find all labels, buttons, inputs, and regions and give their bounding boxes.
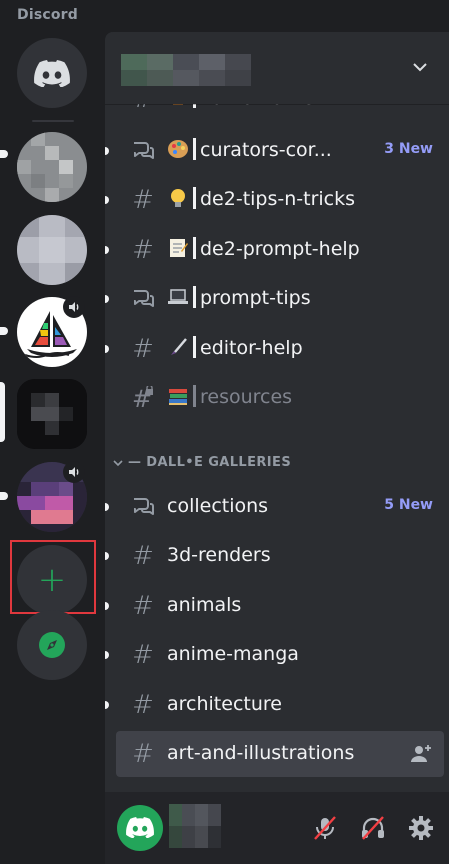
unread-indicator (105, 503, 109, 511)
forum-icon (134, 142, 154, 159)
unread-indicator (105, 651, 109, 659)
explore-servers-button[interactable] (17, 610, 87, 680)
channel-collections[interactable]: collections 5 New (105, 484, 449, 530)
server-name-blurred (121, 54, 251, 86)
unread-indicator (0, 327, 8, 335)
unread-indicator (0, 150, 8, 158)
server-rail: + (0, 0, 105, 864)
blurred-avatar-icon (17, 215, 87, 285)
blurred-avatar-icon (17, 132, 87, 202)
server-header[interactable] (105, 32, 449, 104)
channel-curators-corner[interactable]: curators-cor... 3 New (105, 128, 449, 174)
channel-label: editor-help (200, 337, 303, 359)
channel-label: 3d-renders (167, 544, 271, 566)
hash-icon: # (132, 640, 154, 670)
channel-label: animals (167, 594, 242, 616)
voice-active-icon (63, 461, 85, 483)
blurred-avatar-icon (17, 379, 87, 449)
channel-de2-tips-n-tricks[interactable]: # de2-tips-n-tricks (105, 177, 449, 223)
channel-animals[interactable]: # animals (105, 583, 449, 629)
discord-logo-icon (34, 60, 70, 87)
unread-indicator (105, 602, 109, 610)
annotation-highlight-box (10, 540, 96, 614)
hash-icon: # (132, 739, 154, 769)
rail-separator (32, 120, 74, 122)
channel-art-and-illustrations[interactable]: # art-and-illustrations (116, 731, 444, 777)
unread-indicator (105, 552, 109, 560)
channel-label: collections (167, 495, 269, 517)
unread-indicator (105, 246, 109, 254)
server-icon-2[interactable] (17, 215, 87, 285)
channel-prompt-tips[interactable]: prompt-tips (105, 276, 449, 322)
laptop-icon (167, 286, 189, 308)
new-posts-badge: 3 New (384, 141, 433, 157)
channel-label: anime-manga (167, 643, 299, 665)
server-icon-4[interactable] (17, 379, 87, 449)
hash-icon: # (132, 334, 154, 364)
selected-indicator (0, 382, 5, 442)
channel-resources[interactable]: # resources (105, 375, 449, 421)
locked-hash-icon: # (132, 386, 153, 410)
unread-indicator (105, 295, 109, 303)
unread-indicator (0, 492, 8, 500)
channel-label: curators-cor... (200, 139, 332, 161)
channel-label: de2-prompt-help (200, 238, 360, 260)
category-label: DALL•E GALLERIES (146, 455, 292, 470)
chevron-down-icon (113, 459, 123, 466)
hash-icon: # (132, 690, 154, 720)
voice-active-icon (63, 296, 85, 318)
discord-logo-icon (126, 817, 154, 838)
unread-indicator (105, 345, 109, 353)
new-posts-badge: 5 New (384, 497, 433, 513)
forum-icon (134, 498, 154, 515)
paintbrush-icon (167, 336, 189, 358)
channel-label: prompt-tips (200, 287, 311, 309)
unread-indicator (105, 701, 109, 709)
user-avatar[interactable] (117, 805, 163, 851)
channel-list-panel: # hall-of-fame curators-cor... 3 New # d… (105, 32, 449, 864)
unread-indicator (105, 196, 109, 204)
chevron-down-icon (413, 63, 427, 72)
hash-icon: # (132, 591, 154, 621)
channel-3d-renders[interactable]: # 3d-renders (105, 533, 449, 579)
hash-icon: # (132, 541, 154, 571)
channel-architecture[interactable]: # architecture (105, 682, 449, 728)
channel-de2-prompt-help[interactable]: # de2-prompt-help (105, 227, 449, 273)
deafen-headphones-icon[interactable] (359, 814, 387, 842)
forum-icon (134, 290, 154, 307)
lightbulb-icon (167, 187, 189, 209)
hash-icon: # (132, 235, 154, 265)
category-header[interactable]: — DALL•E GALLERIES (113, 455, 291, 470)
unread-indicator (105, 147, 109, 155)
invite-member-icon[interactable] (410, 743, 432, 765)
mute-microphone-icon[interactable] (311, 814, 339, 842)
channel-label: architecture (167, 693, 282, 715)
channel-label: art-and-illustrations (167, 742, 355, 764)
server-icon-1[interactable] (17, 132, 87, 202)
channel-anime-manga[interactable]: # anime-manga (105, 632, 449, 678)
memo-icon (167, 237, 189, 259)
user-settings-gear-icon[interactable] (407, 814, 435, 842)
channel-label: resources (200, 386, 293, 408)
hash-icon: # (132, 185, 154, 215)
home-button[interactable] (17, 38, 87, 108)
username-blurred (169, 804, 221, 848)
channel-editor-help[interactable]: # editor-help (105, 326, 449, 372)
channel-label: de2-tips-n-tricks (200, 188, 356, 210)
books-icon (167, 385, 189, 407)
user-panel (105, 792, 449, 864)
palette-icon (167, 138, 189, 160)
compass-icon (39, 632, 65, 658)
